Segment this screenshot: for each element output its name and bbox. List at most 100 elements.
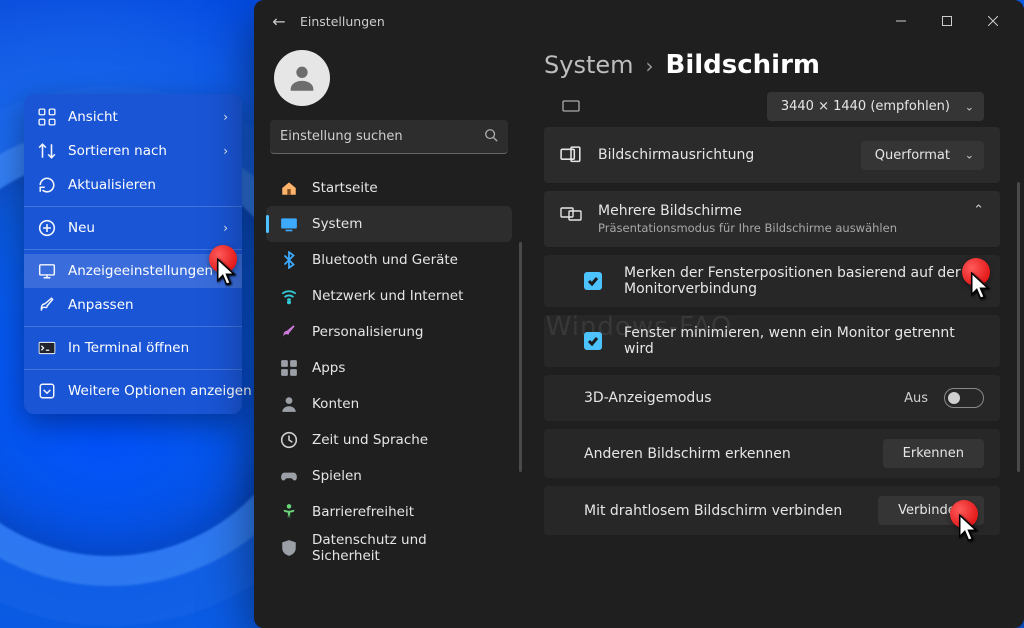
titlebar: ← Einstellungen [254,0,1024,42]
checkbox-checked[interactable] [584,332,602,350]
highlight-marker [209,245,237,273]
chevron-right-icon: › [223,110,228,124]
nav-item-privacy[interactable]: Datenschutz und Sicherheit [266,530,512,566]
nav-item-personalization[interactable]: Personalisierung [266,314,512,350]
multi-title: Mehrere Bildschirme [598,203,957,219]
nav-label: Bluetooth und Geräte [312,252,458,268]
3d-mode-toggle[interactable] [944,388,984,408]
accessibility-icon [280,503,298,521]
multi-displays-header[interactable]: Mehrere Bildschirme Präsentationsmodus f… [544,191,1000,247]
nav-list: Startseite System Bluetooth und Geräte N… [262,170,516,616]
sort-icon [38,142,56,160]
nav-label: Datenschutz und Sicherheit [312,532,498,564]
nav-item-home[interactable]: Startseite [266,170,512,206]
account-header[interactable] [262,42,516,120]
3d-mode-row: 3D-Anzeigemodus Aus [544,375,1000,421]
main-content: System › Bildschirm 3440 × 1440 (empfohl… [524,42,1024,628]
breadcrumb: System › Bildschirm [530,42,1000,92]
grid-icon [38,108,56,126]
refresh-icon [38,176,56,194]
ctx-item-view[interactable]: Ansicht › [24,100,242,134]
chevron-down-icon: ⌄ [965,149,974,162]
ctx-item-new[interactable]: Neu › [24,211,242,245]
ctx-item-refresh[interactable]: Aktualisieren [24,168,242,202]
chevron-up-icon: ⌃ [973,203,984,218]
checkbox-checked[interactable] [584,272,602,290]
detect-button[interactable]: Erkennen [883,439,984,468]
wireless-label: Mit drahtlosem Bildschirm verbinden [584,503,862,519]
nav-item-accounts[interactable]: Konten [266,386,512,422]
nav-item-accessibility[interactable]: Barrierefreiheit [266,494,512,530]
orientation-label: Bildschirmausrichtung [598,147,845,163]
person-icon [280,395,298,413]
resolution-value: 3440 × 1440 (empfohlen) [781,99,950,114]
home-icon [280,179,298,197]
nav-item-network[interactable]: Netzwerk und Internet [266,278,512,314]
detect-display-row: Anderen Bildschirm erkennen Erkennen [544,429,1000,478]
brush-icon [38,296,56,314]
breadcrumb-leaf: Bildschirm [666,50,820,80]
window-title: Einstellungen [300,14,385,29]
close-button[interactable] [970,0,1016,42]
ctx-item-label: Anpassen [68,297,228,313]
display-icon [38,262,56,280]
nav-item-apps[interactable]: Apps [266,350,512,386]
nav-item-time-language[interactable]: Zeit und Sprache [266,422,512,458]
resolution-select[interactable]: 3440 × 1440 (empfohlen) ⌄ [767,92,984,121]
ctx-item-terminal[interactable]: In Terminal öffnen [24,331,242,365]
search-icon [484,128,498,146]
separator [24,249,242,250]
content-scrollbar[interactable] [1017,182,1020,472]
search-input[interactable]: Einstellung suchen [270,120,508,154]
separator [24,326,242,327]
minimize-button[interactable] [878,0,924,42]
maximize-button[interactable] [924,0,970,42]
gamepad-icon [280,467,298,485]
highlight-marker [962,258,990,286]
wifi-icon [280,287,298,305]
ctx-item-label: Anzeigeeinstellungen [68,263,228,279]
nav-label: System [312,216,362,232]
nav-item-gaming[interactable]: Spielen [266,458,512,494]
toggle-state: Aus [904,391,928,406]
resolution-row-tail: 3440 × 1440 (empfohlen) ⌄ [544,92,1000,127]
remember-positions-label: Merken der Fensterpositionen basierend a… [624,265,984,297]
apps-icon [280,359,298,377]
paint-icon [280,323,298,341]
orientation-select[interactable]: Querformat ⌄ [861,141,984,170]
nav-label: Apps [312,360,345,376]
ctx-item-label: Weitere Optionen anzeigen [68,383,252,399]
minimize-label: Fenster minimieren, wenn ein Monitor get… [624,325,984,357]
multi-subtitle: Präsentationsmodus für Ihre Bildschirme … [598,221,957,235]
orientation-row[interactable]: Bildschirmausrichtung Querformat ⌄ [544,127,1000,183]
breadcrumb-root[interactable]: System [544,51,634,79]
orientation-icon [560,144,582,166]
separator [24,369,242,370]
orientation-value: Querformat [875,148,950,163]
ctx-item-personalize[interactable]: Anpassen [24,288,242,322]
back-button[interactable]: ← [262,12,296,31]
nav-item-system[interactable]: System [266,206,512,242]
minimize-on-disconnect-row[interactable]: Fenster minimieren, wenn ein Monitor get… [544,315,1000,367]
search-placeholder: Einstellung suchen [280,129,484,144]
remember-positions-row[interactable]: Merken der Fensterpositionen basierend a… [544,255,1000,307]
highlight-marker [950,500,978,528]
nav-label: Personalisierung [312,324,423,340]
chevron-right-icon: › [223,221,228,235]
separator [24,206,242,207]
detect-label: Anderen Bildschirm erkennen [584,446,867,462]
terminal-icon [38,339,56,357]
ctx-item-label: Aktualisieren [68,177,228,193]
bluetooth-icon [280,251,298,269]
ctx-item-label: Sortieren nach [68,143,211,159]
sidebar: Einstellung suchen Startseite System Blu… [254,42,524,628]
nav-label: Netzwerk und Internet [312,288,463,304]
ctx-item-label: Ansicht [68,109,211,125]
nav-item-bluetooth[interactable]: Bluetooth und Geräte [266,242,512,278]
ctx-item-label: In Terminal öffnen [68,340,228,356]
ctx-item-sort[interactable]: Sortieren nach › [24,134,242,168]
ctx-item-more-options[interactable]: Weitere Optionen anzeigen [24,374,242,408]
3d-mode-label: 3D-Anzeigemodus [584,390,888,406]
chevron-right-icon: › [646,54,654,78]
sidebar-scrollbar[interactable] [519,242,522,472]
